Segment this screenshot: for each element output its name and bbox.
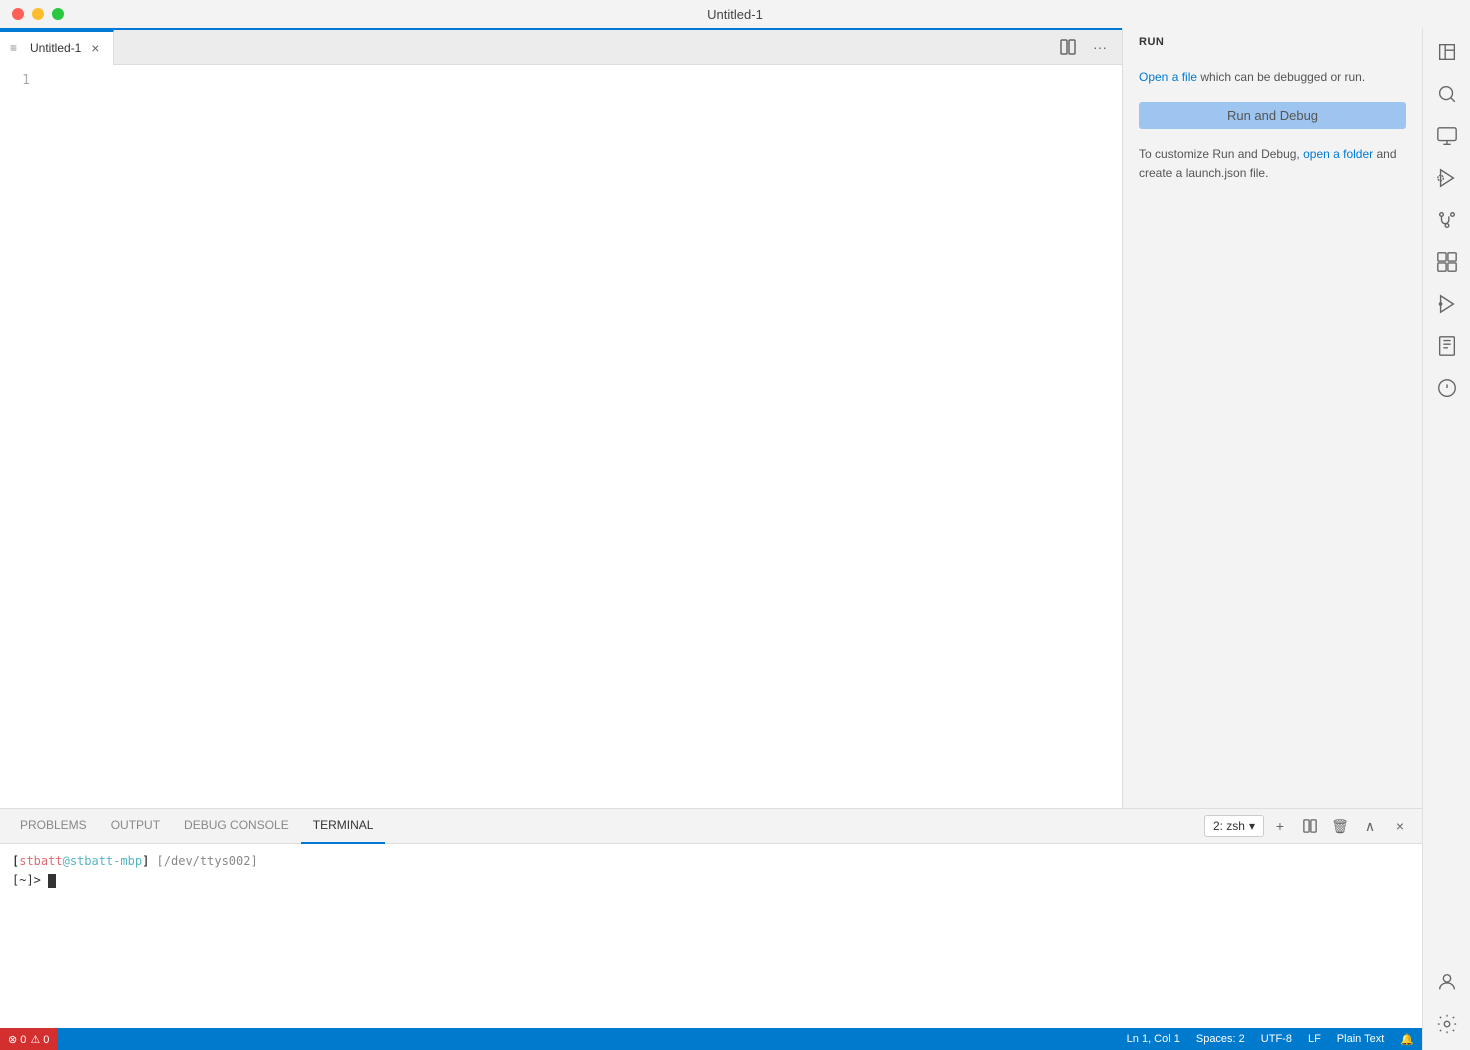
- close-panel-button[interactable]: ×: [1386, 812, 1414, 840]
- tab-close-button[interactable]: ×: [87, 40, 103, 56]
- terminal-user: stbatt: [19, 854, 62, 868]
- kill-terminal-button[interactable]: 🗑: [1326, 812, 1354, 840]
- open-folder-link[interactable]: open a folder: [1303, 147, 1373, 161]
- tab-file-icon: ≡: [10, 41, 24, 55]
- status-left: ⊗ 0 ⚠ 0: [0, 1028, 57, 1050]
- terminal-path-bracket-open: [: [149, 854, 163, 868]
- panel-tab-actions: 2: zsh ▾ + 🗑 ∧ ×: [1204, 812, 1414, 840]
- error-count: ⊗ 0: [8, 1033, 26, 1046]
- line-numbers: 1: [0, 65, 40, 808]
- run-debug-button[interactable]: Run and Debug: [1139, 102, 1406, 129]
- status-spaces[interactable]: Spaces: 2: [1188, 1028, 1253, 1050]
- run-header: RUN: [1123, 28, 1422, 56]
- panel: PROBLEMS OUTPUT DEBUG CONSOLE TERMINAL 2…: [0, 808, 1422, 1028]
- tab-actions: ···: [1054, 33, 1122, 61]
- close-button[interactable]: [12, 8, 24, 20]
- tab-terminal[interactable]: TERMINAL: [301, 809, 386, 844]
- editor-container: ≡ Untitled-1 × ··· 1: [0, 28, 1122, 808]
- open-file-rest: which can be debugged or run.: [1197, 70, 1365, 84]
- run-customize: To customize Run and Debug, open a folde…: [1139, 145, 1406, 183]
- terminal-path-bracket-close: ]: [250, 854, 257, 868]
- minimize-button[interactable]: [32, 8, 44, 20]
- more-actions-button[interactable]: ···: [1086, 33, 1114, 61]
- tab-bar: ≡ Untitled-1 × ···: [0, 30, 1122, 65]
- customize-prefix: To customize Run and Debug,: [1139, 147, 1303, 161]
- warning-count: ⚠ 0: [30, 1033, 49, 1046]
- notebook-icon[interactable]: [1427, 326, 1467, 366]
- status-errors-button[interactable]: ⊗ 0 ⚠ 0: [0, 1028, 57, 1050]
- editor-content[interactable]: [40, 65, 1122, 808]
- account-icon[interactable]: [1427, 962, 1467, 1002]
- tab-title: Untitled-1: [30, 41, 81, 55]
- terminal-cursor: [48, 874, 56, 888]
- status-encoding[interactable]: UTF-8: [1253, 1028, 1300, 1050]
- activity-bar: [1422, 28, 1470, 1050]
- terminal-path: /dev/ttys002: [164, 854, 251, 868]
- run-message: Open a file which can be debugged or run…: [1139, 68, 1406, 86]
- terminal-shell-select[interactable]: 2: zsh ▾: [1204, 815, 1264, 837]
- status-line-ending[interactable]: LF: [1300, 1028, 1329, 1050]
- terminal-shell-label: 2: zsh: [1213, 819, 1245, 833]
- terminal-line-1: [stbatt@stbatt-mbp] [/dev/ttys002]: [12, 852, 1410, 871]
- open-file-link[interactable]: Open a file: [1139, 70, 1197, 84]
- chevron-down-icon: ▾: [1249, 819, 1255, 833]
- split-editor-button[interactable]: [1054, 33, 1082, 61]
- split-terminal-button[interactable]: [1296, 812, 1324, 840]
- status-notification-icon[interactable]: 🔔: [1392, 1028, 1422, 1050]
- tab-problems[interactable]: PROBLEMS: [8, 809, 99, 844]
- remote-explorer-icon[interactable]: [1427, 116, 1467, 156]
- status-language[interactable]: Plain Text: [1329, 1028, 1393, 1050]
- status-bar: ⊗ 0 ⚠ 0 Ln 1, Col 1 Spaces: 2 UTF-8 LF P…: [0, 1028, 1422, 1050]
- window-controls: [12, 8, 64, 20]
- explorer-icon[interactable]: [1427, 32, 1467, 72]
- search-icon[interactable]: [1427, 74, 1467, 114]
- terminal-line-2: [~]>: [12, 871, 1410, 890]
- settings-icon[interactable]: [1427, 1004, 1467, 1044]
- titlebar: Untitled-1: [0, 0, 1470, 28]
- editor-body: 1: [0, 65, 1122, 808]
- content-area: ≡ Untitled-1 × ··· 1: [0, 28, 1422, 1050]
- run-debug-activity-icon[interactable]: [1427, 158, 1467, 198]
- run-panel: RUN Open a file which can be debugged or…: [1122, 28, 1422, 808]
- terminal-separator: @: [63, 854, 70, 868]
- new-terminal-button[interactable]: +: [1266, 812, 1294, 840]
- extensions-icon[interactable]: [1427, 242, 1467, 282]
- main-layout: ≡ Untitled-1 × ··· 1: [0, 28, 1470, 1050]
- maximize-button[interactable]: [52, 8, 64, 20]
- run-content: Open a file which can be debugged or run…: [1123, 56, 1422, 808]
- status-position[interactable]: Ln 1, Col 1: [1119, 1028, 1188, 1050]
- terminal-body[interactable]: [stbatt@stbatt-mbp] [/dev/ttys002] [~]>: [0, 844, 1422, 1028]
- terminal-host: stbatt-mbp: [70, 854, 142, 868]
- unknown-top-icon[interactable]: [1427, 284, 1467, 324]
- panel-tabs: PROBLEMS OUTPUT DEBUG CONSOLE TERMINAL 2…: [0, 809, 1422, 844]
- tab-debug-console[interactable]: DEBUG CONSOLE: [172, 809, 301, 844]
- editor-tab[interactable]: ≡ Untitled-1 ×: [0, 30, 114, 65]
- maximize-panel-button[interactable]: ∧: [1356, 812, 1384, 840]
- line-number: 1: [0, 73, 30, 88]
- debug-console-icon[interactable]: [1427, 368, 1467, 408]
- status-right: Ln 1, Col 1 Spaces: 2 UTF-8 LF Plain Tex…: [1119, 1028, 1422, 1050]
- tab-output[interactable]: OUTPUT: [99, 809, 172, 844]
- source-control-icon[interactable]: [1427, 200, 1467, 240]
- terminal-prompt: [~]>: [12, 873, 48, 887]
- editor-run-area: ≡ Untitled-1 × ··· 1: [0, 28, 1422, 808]
- window-title: Untitled-1: [707, 7, 763, 22]
